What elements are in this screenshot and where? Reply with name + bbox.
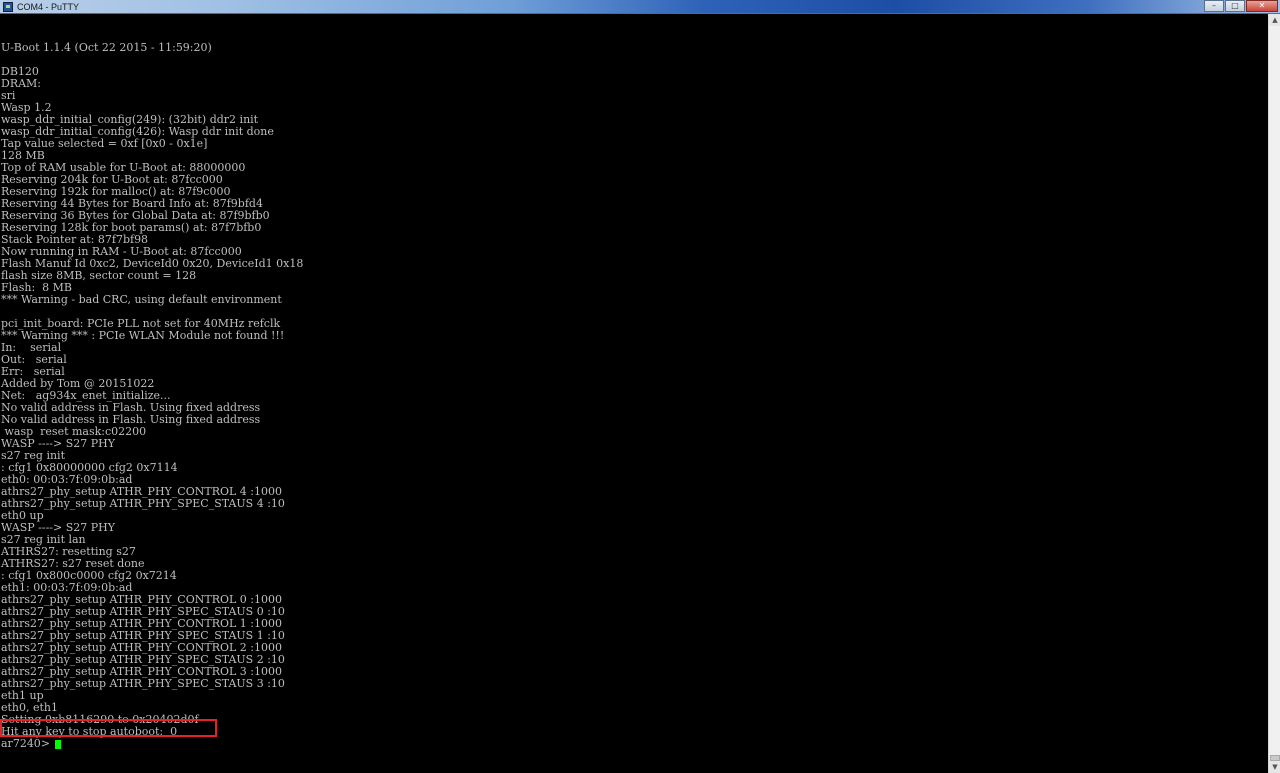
autoboot-highlight-box: [0, 719, 217, 737]
terminal-line: *** Warning *** : PCIe WLAN Module not f…: [1, 329, 285, 342]
scroll-down-arrow-icon[interactable]: ▼: [1269, 761, 1280, 773]
maximize-button[interactable]: □: [1225, 0, 1245, 12]
terminal-line: Out: serial: [1, 353, 67, 366]
terminal-line: s27 reg init: [1, 449, 65, 462]
terminal-line: sri: [1, 89, 16, 102]
terminal-line: eth1 up: [1, 689, 44, 702]
close-button[interactable]: ✕: [1246, 0, 1278, 12]
terminal-line: U-Boot 1.1.4 (Oct 22 2015 - 11:59:20): [1, 41, 212, 54]
terminal-line: athrs27_phy_setup ATHR_PHY_SPEC_STAUS 3 …: [1, 677, 285, 690]
terminal-line: DRAM:: [1, 77, 42, 90]
terminal-line: flash size 8MB, sector count = 128: [1, 269, 197, 282]
terminal-line: ATHRS27: resetting s27: [1, 545, 136, 558]
terminal-line: : cfg1 0x80000000 cfg2 0x7114: [1, 461, 178, 474]
terminal-line: Added by Tom @ 20151022: [1, 377, 155, 390]
putty-icon[interactable]: [3, 1, 13, 12]
terminal-line: athrs27_phy_setup ATHR_PHY_SPEC_STAUS 4 …: [1, 497, 285, 510]
terminal-line: DB120: [1, 65, 39, 78]
terminal-line: Tap value selected = 0xf [0x0 - 0x1e]: [1, 137, 208, 150]
terminal-prompt-line[interactable]: ar7240>: [1, 738, 1268, 750]
terminal-line: No valid address in Flash. Using fixed a…: [1, 413, 261, 426]
terminal-lines: U-Boot 1.1.4 (Oct 22 2015 - 11:59:20) DB1…: [1, 42, 1268, 738]
terminal-line: ATHRS27: s27 reset done: [1, 557, 145, 570]
vertical-scrollbar[interactable]: ▲ ▼: [1268, 14, 1280, 773]
terminal-line: Reserving 128k for boot params() at: 87f…: [1, 221, 262, 234]
title-bar[interactable]: COM4 - PuTTY – □ ✕: [0, 0, 1280, 14]
window-controls: – □ ✕: [1204, 0, 1278, 13]
terminal-line: eth0 up: [1, 509, 44, 522]
terminal-line: WASP ----> S27 PHY: [1, 437, 116, 450]
terminal-line: Err: serial: [1, 365, 65, 378]
minimize-button[interactable]: –: [1204, 0, 1224, 12]
terminal-line: WASP ----> S27 PHY: [1, 521, 116, 534]
text-cursor: [54, 739, 61, 749]
terminal-line: s27 reg init lan: [1, 533, 86, 546]
terminal-prompt: ar7240>: [1, 737, 54, 750]
terminal-output[interactable]: U-Boot 1.1.4 (Oct 22 2015 - 11:59:20) DB1…: [0, 14, 1268, 773]
window-title: COM4 - PuTTY: [17, 1, 80, 12]
scroll-up-arrow-icon[interactable]: ▲: [1269, 14, 1280, 26]
terminal-line: : cfg1 0x800c0000 cfg2 0x7214: [1, 569, 177, 582]
terminal-line: wasp reset mask:c02200: [1, 425, 147, 438]
terminal-line: In: serial: [1, 341, 62, 354]
terminal-line: *** Warning - bad CRC, using default env…: [1, 293, 282, 306]
